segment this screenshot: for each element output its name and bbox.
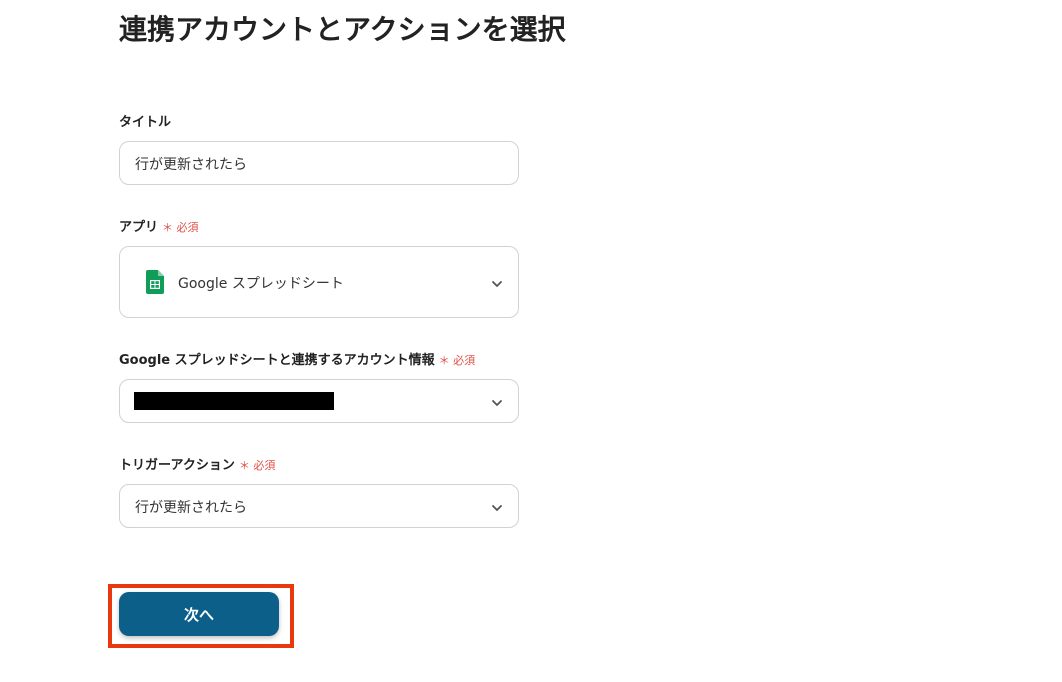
next-button[interactable]: 次へ [119,592,279,636]
title-field-label: タイトル [119,114,171,132]
page-title: 連携アカウントとアクションを選択 [119,13,566,46]
redacted-account-value [134,392,334,410]
chevron-down-icon [490,395,504,409]
chevron-down-icon [490,276,504,290]
title-input-value: 行が更新されたら [135,157,247,173]
app-field-label: アプリ＊ 必須 [119,219,199,237]
title-label-text: タイトル [119,115,172,130]
required-marker: ＊ 必須 [162,221,199,234]
app-select[interactable]: Google スプレッドシート [119,246,519,318]
account-label-text: Google スプレッドシートと連携するアカウント情報 [119,353,435,368]
app-select-value: Google スプレッドシート [178,276,344,292]
app-label-text: アプリ [119,220,159,235]
account-select[interactable] [119,379,519,423]
google-sheets-icon [146,270,164,298]
required-marker: ＊ 必須 [438,354,476,367]
trigger-field-label: トリガーアクション＊ 必須 [119,457,275,475]
trigger-label-text: トリガーアクション [119,458,235,473]
required-marker: ＊ 必須 [238,459,276,472]
title-input[interactable]: 行が更新されたら [119,141,519,185]
trigger-select-value: 行が更新されたら [135,500,247,516]
account-field-label: Google スプレッドシートと連携するアカウント情報＊ 必須 [119,352,475,370]
chevron-down-icon [490,500,504,514]
trigger-action-select[interactable]: 行が更新されたら [119,484,519,528]
